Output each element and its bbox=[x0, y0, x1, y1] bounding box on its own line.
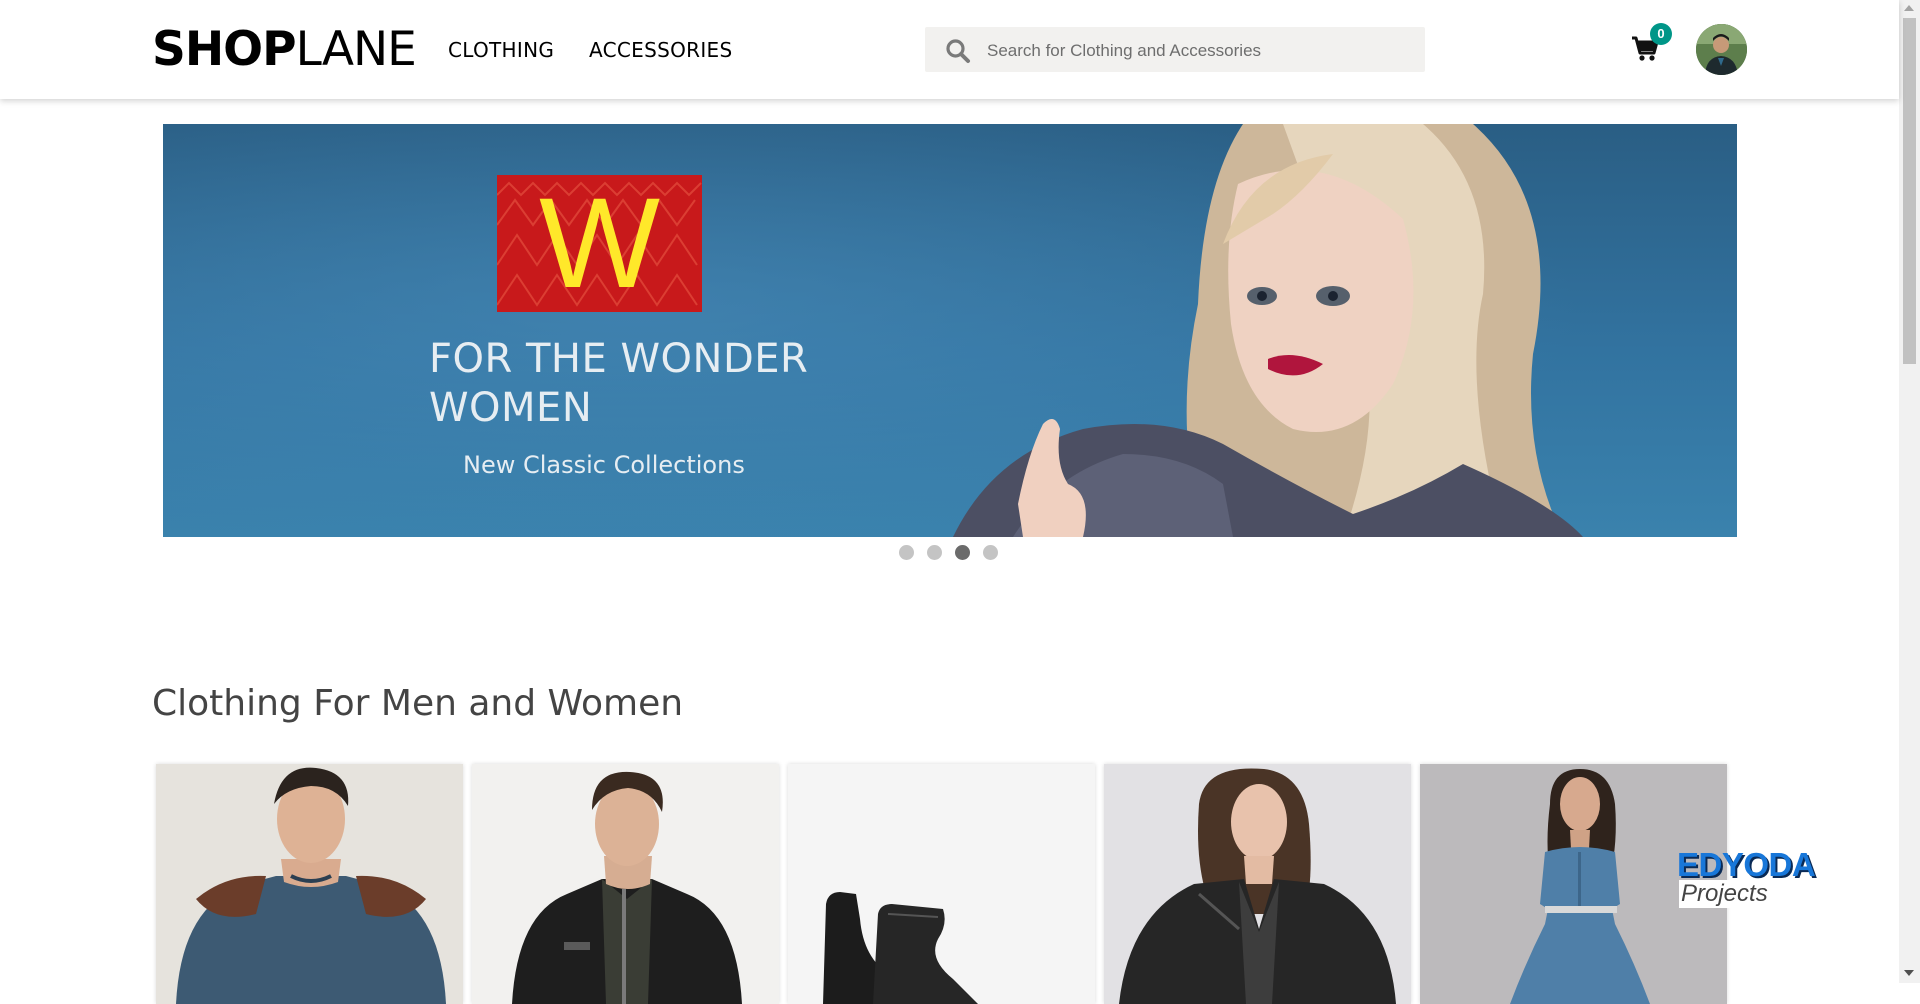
nav-clothing-link[interactable]: CLOTHING bbox=[448, 38, 554, 62]
edyoda-projects-watermark: EDYODA Projects bbox=[1677, 846, 1816, 908]
search-input[interactable] bbox=[985, 27, 1409, 74]
banner-model-photo bbox=[163, 124, 1737, 537]
search-bar bbox=[925, 27, 1425, 74]
product-card-men-jacket[interactable] bbox=[472, 764, 779, 1004]
nav-accessories-link[interactable]: ACCESSORIES bbox=[589, 38, 732, 62]
banner-headline: FOR THE WONDER WOMEN bbox=[429, 336, 809, 431]
section-title: Clothing For Men and Women bbox=[152, 683, 684, 724]
shoplane-logo[interactable]: SHOPLANE bbox=[152, 22, 417, 78]
watermark-tag: Projects bbox=[1679, 880, 1771, 908]
hero-carousel-slide[interactable]: W FOR THE WONDER WOMEN New Classic Colle… bbox=[163, 124, 1737, 537]
logo-bold-text: SHOP bbox=[152, 22, 297, 77]
brand-w-letter: W bbox=[539, 175, 660, 312]
product-card-women-leather-jacket[interactable] bbox=[1104, 764, 1411, 1004]
user-avatar[interactable] bbox=[1696, 24, 1747, 75]
scroll-up-arrow-icon[interactable] bbox=[1904, 5, 1914, 11]
product-image bbox=[472, 764, 779, 1004]
product-image bbox=[156, 764, 463, 1004]
scrollbar-thumb[interactable] bbox=[1903, 18, 1916, 364]
search-icon[interactable] bbox=[945, 38, 971, 64]
scroll-down-arrow-icon[interactable] bbox=[1904, 970, 1914, 976]
carousel-dot-1[interactable] bbox=[899, 545, 914, 560]
product-card-men-sweater[interactable] bbox=[156, 764, 463, 1004]
brand-w-logo: W bbox=[497, 175, 702, 312]
cart-count-badge: 0 bbox=[1650, 23, 1672, 45]
watermark-brand: EDYODA bbox=[1677, 846, 1816, 883]
product-image bbox=[1104, 764, 1411, 1004]
product-card-ankle-boots[interactable] bbox=[788, 764, 1095, 1004]
top-navigation-bar: SHOPLANE CLOTHING ACCESSORIES 0 bbox=[0, 0, 1899, 99]
logo-light-text: LANE bbox=[295, 22, 417, 77]
carousel-dot-4[interactable] bbox=[983, 545, 998, 560]
carousel-dot-2[interactable] bbox=[927, 545, 942, 560]
product-image bbox=[788, 764, 1095, 1004]
banner-subline: New Classic Collections bbox=[463, 451, 745, 479]
carousel-dot-3[interactable] bbox=[955, 545, 970, 560]
